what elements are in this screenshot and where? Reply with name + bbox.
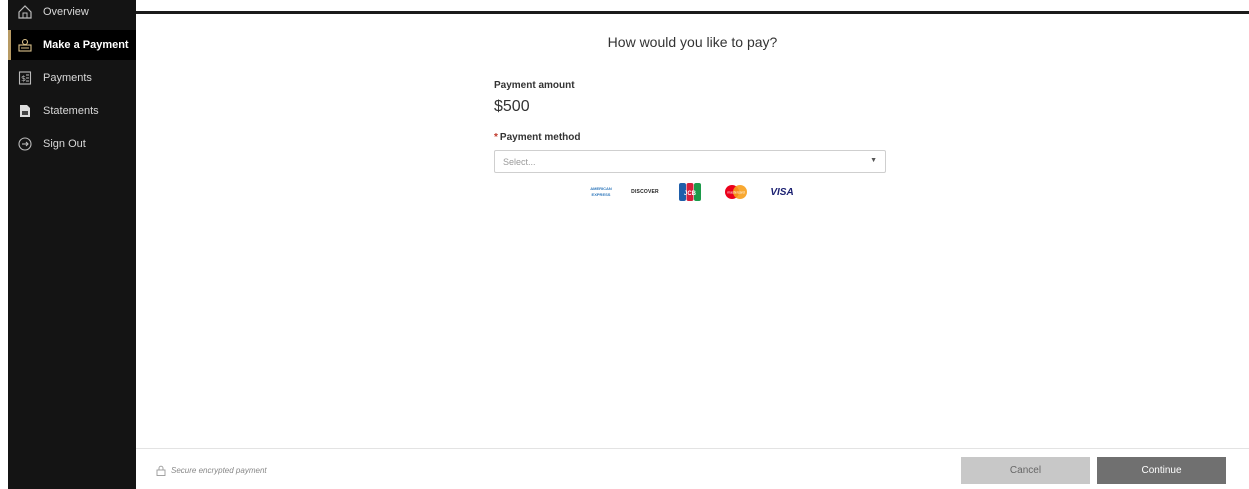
jcb-logo-text: JCB [684, 191, 697, 197]
payment-method-label-text: Payment method [499, 132, 581, 143]
signout-icon [18, 137, 32, 151]
discover-logo: DISCOVER [631, 182, 659, 202]
payment-icon [18, 38, 32, 52]
sidebar-item-sign-out[interactable]: Sign Out [8, 129, 136, 159]
lock-icon [156, 465, 166, 476]
mastercard-logo: mastercard [723, 182, 749, 202]
chevron-down-icon: ▼ [870, 157, 877, 164]
payment-amount-label: Payment amount [494, 80, 575, 91]
sidebar-item-overview[interactable]: Overview [8, 0, 136, 27]
amex-logo: AMERICAN EXPRESS [588, 182, 614, 202]
payment-method-select[interactable]: Select... ▼ [494, 150, 886, 173]
home-icon [18, 5, 32, 19]
visa-logo: VISA [769, 182, 795, 202]
svg-text:$: $ [21, 74, 26, 83]
sidebar-item-label: Sign Out [43, 138, 86, 150]
sidebar-item-label: Make a Payment [43, 39, 129, 51]
payment-amount-value: $500 [494, 98, 530, 115]
secure-payment-text: Secure encrypted payment [171, 466, 267, 475]
discover-logo-text: DISCOVER [631, 189, 659, 195]
page-title: How would you like to pay? [607, 34, 778, 50]
sidebar-item-label: Statements [43, 105, 99, 117]
footer-divider [136, 448, 1249, 449]
jcb-logo: JCB [679, 182, 701, 202]
sidebar-item-payments[interactable]: $ Payments [8, 63, 136, 93]
sidebar: Overview Make a Payment $ Payments State… [8, 0, 136, 489]
secure-payment-note: Secure encrypted payment [156, 465, 267, 476]
statement-icon [18, 104, 32, 118]
sidebar-item-statements[interactable]: Statements [8, 96, 136, 126]
bill-icon: $ [18, 71, 32, 85]
required-mark: * [494, 132, 498, 143]
amex-logo-line2: EXPRESS [591, 192, 611, 197]
payment-method-label: * Payment method [494, 132, 580, 143]
mastercard-logo-text: mastercard [727, 191, 745, 195]
continue-button[interactable]: Continue [1097, 457, 1226, 484]
sidebar-item-label: Overview [43, 6, 89, 18]
visa-logo-text: VISA [770, 186, 794, 198]
sidebar-item-label: Payments [43, 72, 92, 84]
top-bar [136, 11, 1249, 14]
payment-method-placeholder: Select... [503, 157, 536, 167]
sidebar-item-make-a-payment[interactable]: Make a Payment [8, 30, 136, 60]
cancel-button[interactable]: Cancel [961, 457, 1090, 484]
